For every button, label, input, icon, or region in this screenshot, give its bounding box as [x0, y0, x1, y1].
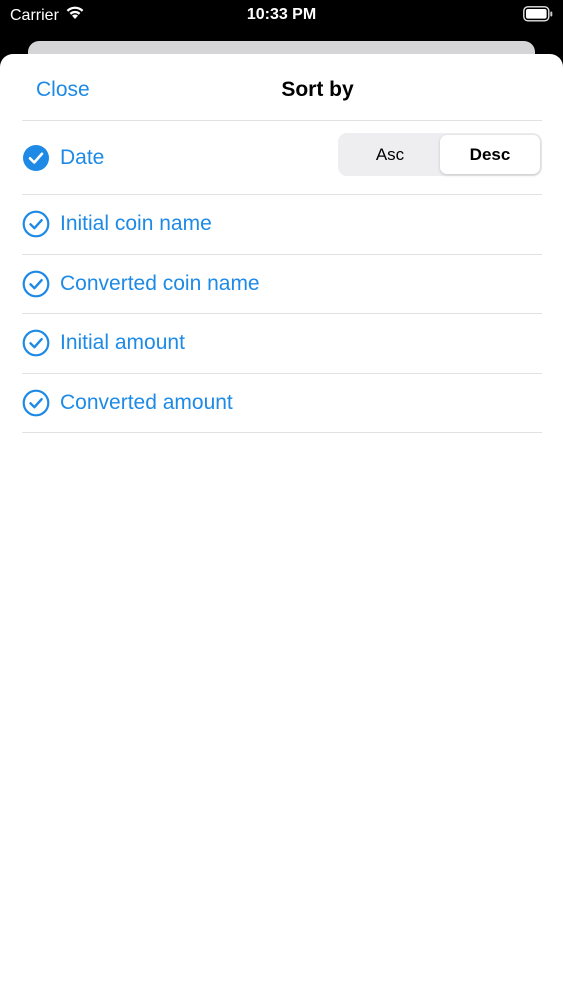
sort-option-initial-coin-name[interactable]: Initial coin name: [22, 195, 542, 254]
sheet-title: Sort by: [281, 78, 354, 101]
status-time: 10:33 PM: [246, 6, 317, 23]
segment-desc[interactable]: Desc: [440, 135, 540, 174]
sort-option-converted-amount[interactable]: Converted amount: [22, 374, 542, 433]
sort-sheet: Close Sort by Date Asc Desc Initial coin…: [0, 54, 563, 1000]
sort-option-label: Converted amount: [60, 390, 233, 414]
sort-option-label: Converted coin name: [60, 271, 260, 295]
checkmark-circle-outline-icon: [22, 270, 50, 298]
sort-option-converted-coin-name[interactable]: Converted coin name: [22, 255, 542, 314]
sort-option-label: Date: [60, 145, 105, 169]
checkmark-circle-outline-icon: [22, 389, 50, 417]
checkmark-circle-outline-icon: [22, 329, 50, 357]
sort-option-date[interactable]: Date Asc Desc: [22, 121, 542, 194]
sort-order-segmented-control: Asc Desc: [338, 133, 542, 176]
sort-option-initial-amount[interactable]: Initial amount: [22, 314, 542, 373]
status-bar: Carrier 10:33 PM: [0, 0, 563, 30]
sort-option-label: Initial amount: [60, 331, 185, 355]
sheet-navigation-bar: Close Sort by: [0, 54, 563, 121]
app-screen: Carrier 10:33 PM Close Sort by Date Asc …: [0, 0, 563, 1000]
sort-option-label: Initial coin name: [60, 212, 212, 236]
battery-icon: [523, 6, 553, 22]
divider: [22, 432, 542, 433]
sort-options-list: Date Asc Desc Initial coin name Converte…: [22, 120, 542, 433]
checkmark-circle-outline-icon: [22, 210, 50, 238]
checkmark-circle-filled-icon: [22, 144, 50, 172]
segment-asc[interactable]: Asc: [340, 135, 440, 174]
